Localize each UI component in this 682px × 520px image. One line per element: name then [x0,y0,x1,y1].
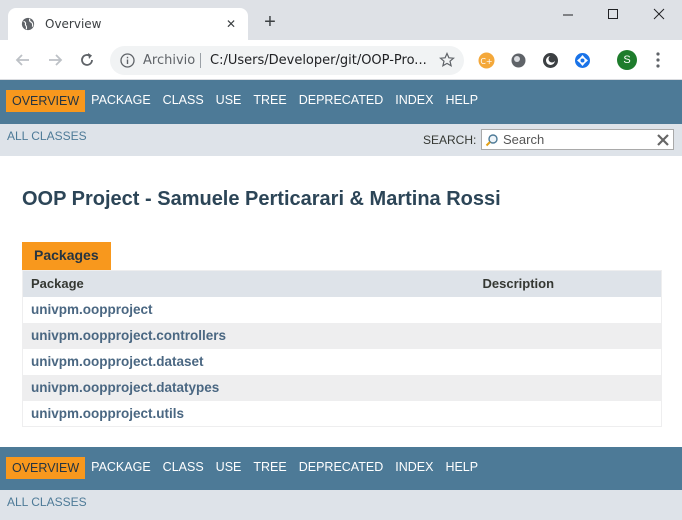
table-row: univpm.oopproject.controllers [22,322,662,349]
all-classes-link-bottom[interactable]: ALL CLASSES [7,495,87,509]
packages-table: Package Description univpm.oopproject uni… [22,270,662,427]
package-link[interactable]: univpm.oopproject [31,302,153,317]
bottom-navbar: OVERVIEW PACKAGE CLASS USE TREE DEPRECATED IND… [0,447,682,490]
bottom-subnav: ALL CLASSES [0,490,682,520]
url-text[interactable]: C:/Users/Developer/git/OOP-Pro... [210,53,428,68]
description-cell [474,374,662,401]
bottom-nav-use[interactable]: USE [210,457,248,479]
package-link[interactable]: univpm.oopproject.utils [31,406,184,421]
more-menu-icon[interactable] [652,51,664,69]
browser-tab[interactable]: Overview ✕ [8,8,248,40]
bottom-nav-deprecated[interactable]: DEPRECATED [293,457,390,479]
table-row: univpm.oopproject.datatypes [22,374,662,401]
tab-title: Overview [45,17,102,31]
back-arrow-icon[interactable] [14,51,32,69]
description-cell [475,297,662,323]
origin-label: Archivio [143,53,196,68]
top-nav-class[interactable]: CLASS [157,90,210,112]
package-cell: univpm.oopproject.utils [23,401,475,427]
top-navbar: OVERVIEW PACKAGE CLASS USE TREE DEPRECATED IND… [0,80,682,124]
maximize-icon[interactable] [598,4,628,24]
packages-caption: Packages [22,242,111,270]
close-window-icon[interactable] [644,4,674,24]
globe-icon [21,17,35,31]
package-link[interactable]: univpm.oopproject.datatypes [31,380,219,395]
omnibox-divider [200,53,201,68]
table-row: univpm.oopproject.utils [23,401,662,427]
minimize-icon[interactable] [553,4,583,24]
bottom-nav-help[interactable]: HELP [439,457,484,479]
top-nav-help[interactable]: HELP [439,90,484,112]
cpp-extension-icon[interactable]: C+ [478,52,495,69]
address-bar[interactable]: Archivio C:/Users/Developer/git/OOP-Pro.… [110,46,464,75]
top-nav-index[interactable]: INDEX [389,90,439,112]
package-cell: univpm.oopproject.datatypes [22,374,475,401]
profile-avatar[interactable]: S [617,50,637,70]
top-nav-use[interactable]: USE [210,90,248,112]
dark-mode-extension-icon[interactable] [542,52,559,69]
description-cell [475,401,662,427]
description-cell [475,349,662,375]
table-row: univpm.oopproject [23,297,662,323]
bottom-nav-list: OVERVIEW PACKAGE CLASS USE TREE DEPRECATED IND… [6,457,484,479]
package-cell: univpm.oopproject [23,297,475,323]
browser-toolbar: Archivio C:/Users/Developer/git/OOP-Pro.… [0,40,682,80]
extension-circle-icon[interactable] [510,52,527,69]
search-box[interactable] [481,129,674,150]
browser-titlebar: Overview ✕ + [0,0,682,40]
forward-arrow-icon[interactable] [46,51,64,69]
page-title: OOP Project - Samuele Perticarari & Mart… [22,188,501,210]
puzzle-extension-icon[interactable] [574,52,591,69]
column-header-package: Package [22,270,475,297]
close-tab-icon[interactable]: ✕ [223,16,239,32]
package-link[interactable]: univpm.oopproject.dataset [31,354,204,369]
bottom-nav-index[interactable]: INDEX [389,457,439,479]
package-cell: univpm.oopproject.dataset [23,349,475,375]
column-header-description: Description [474,270,662,297]
table-header-row: Package Description [22,270,662,297]
info-icon[interactable] [120,53,135,68]
top-nav-tree[interactable]: TREE [247,90,292,112]
top-nav-package[interactable]: PACKAGE [85,90,157,112]
bottom-nav-class[interactable]: CLASS [157,457,210,479]
new-tab-button[interactable]: + [261,12,279,32]
top-subnav: ALL CLASSES SEARCH: [0,124,682,156]
package-link[interactable]: univpm.oopproject.controllers [31,328,226,343]
bottom-nav-tree[interactable]: TREE [247,457,292,479]
package-cell: univpm.oopproject.controllers [22,322,475,349]
search-icon [485,134,498,147]
search-input[interactable] [503,131,653,148]
reload-icon[interactable] [78,51,96,69]
search-label: SEARCH: [423,133,477,147]
bookmark-star-icon[interactable] [439,52,455,68]
svg-text:C+: C+ [480,57,492,66]
table-row: univpm.oopproject.dataset [23,349,662,375]
top-nav-list: OVERVIEW PACKAGE CLASS USE TREE DEPRECATED IND… [6,90,484,112]
top-nav-deprecated[interactable]: DEPRECATED [293,90,390,112]
top-nav-overview[interactable]: OVERVIEW [6,90,86,112]
all-classes-link[interactable]: ALL CLASSES [7,129,87,143]
bottom-nav-overview[interactable]: OVERVIEW [6,457,86,479]
clear-search-icon[interactable] [656,133,670,147]
bottom-nav-package[interactable]: PACKAGE [85,457,157,479]
description-cell [474,322,662,349]
